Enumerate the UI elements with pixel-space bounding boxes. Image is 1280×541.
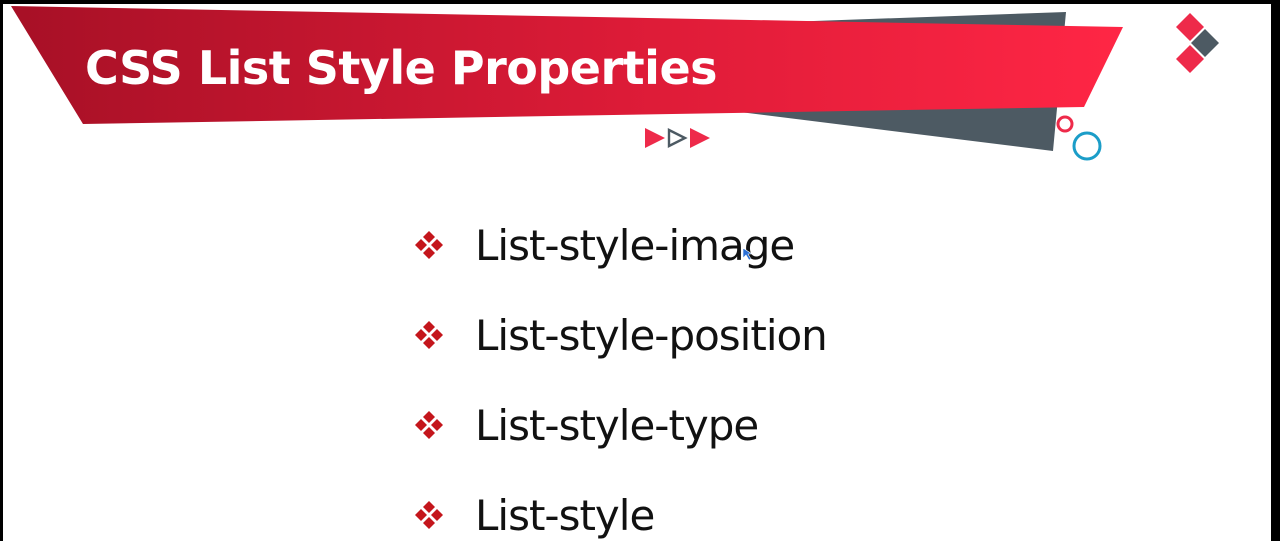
diamond-cluster-icon — [415, 411, 443, 439]
diamond-cluster-icon — [415, 321, 443, 349]
list-item-label: List-style — [475, 491, 655, 540]
list-item-label: List-style-image — [475, 221, 795, 270]
diamond-logo-icon — [1176, 13, 1219, 73]
list-item-label: List-style-position — [475, 311, 828, 360]
circles-icon — [1056, 115, 1102, 161]
play-arrows-icon — [645, 128, 710, 148]
list-item: List-style-type — [411, 381, 827, 471]
list-item: List-style-image — [411, 201, 827, 291]
diamond-cluster-icon — [415, 501, 443, 529]
bullet-list: List-style-image List-style-position Lis… — [411, 201, 828, 541]
list-item: List-style-position — [411, 291, 828, 381]
slide-title: CSS List Style Properties — [85, 41, 718, 95]
list-item: List-style — [411, 471, 827, 541]
list-item-label: List-style-type — [475, 401, 759, 450]
mouse-cursor-icon — [743, 248, 753, 260]
slide: CSS List Style Properties List-style-ima… — [3, 4, 1271, 541]
diamond-cluster-icon — [415, 231, 443, 259]
